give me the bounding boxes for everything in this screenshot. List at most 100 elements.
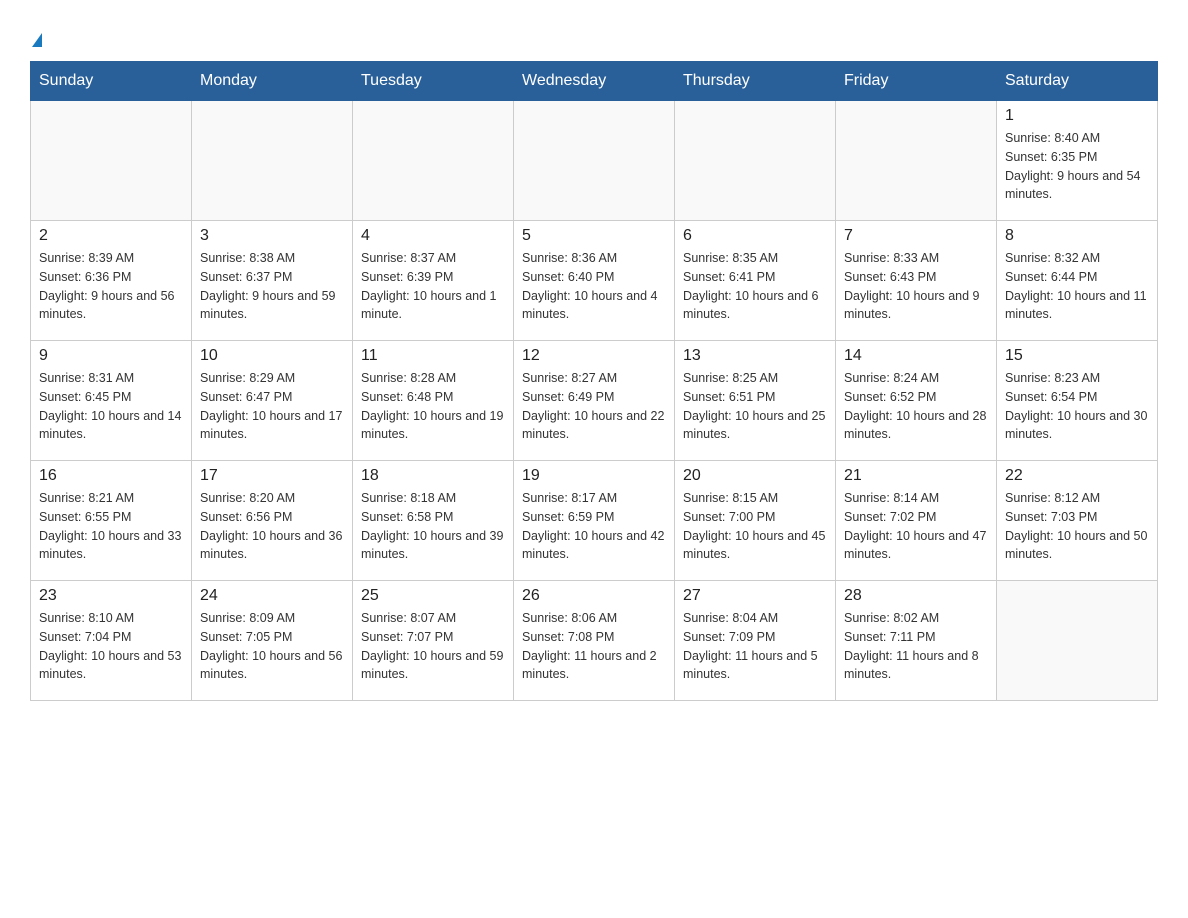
calendar-cell: 4 Sunrise: 8:37 AM Sunset: 6:39 PM Daylig… bbox=[353, 221, 514, 341]
day-number: 9 bbox=[39, 347, 183, 365]
calendar-cell: 2 Sunrise: 8:39 AM Sunset: 6:36 PM Daylig… bbox=[31, 221, 192, 341]
day-info: Sunrise: 8:18 AM Sunset: 6:58 PM Dayligh… bbox=[361, 489, 505, 564]
calendar-cell bbox=[353, 101, 514, 221]
day-info: Sunrise: 8:27 AM Sunset: 6:49 PM Dayligh… bbox=[522, 369, 666, 444]
day-number: 23 bbox=[39, 587, 183, 605]
day-number: 3 bbox=[200, 227, 344, 245]
calendar-cell bbox=[192, 101, 353, 221]
calendar-table: SundayMondayTuesdayWednesdayThursdayFrid… bbox=[30, 61, 1158, 701]
day-number: 10 bbox=[200, 347, 344, 365]
calendar-cell: 5 Sunrise: 8:36 AM Sunset: 6:40 PM Daylig… bbox=[514, 221, 675, 341]
day-info: Sunrise: 8:23 AM Sunset: 6:54 PM Dayligh… bbox=[1005, 369, 1149, 444]
logo-top bbox=[30, 20, 42, 51]
day-info: Sunrise: 8:37 AM Sunset: 6:39 PM Dayligh… bbox=[361, 249, 505, 324]
calendar-cell: 8 Sunrise: 8:32 AM Sunset: 6:44 PM Daylig… bbox=[997, 221, 1158, 341]
day-number: 7 bbox=[844, 227, 988, 245]
calendar-cell: 15Sunrise: 8:23 AM Sunset: 6:54 PM Dayli… bbox=[997, 341, 1158, 461]
day-number: 8 bbox=[1005, 227, 1149, 245]
calendar-cell bbox=[675, 101, 836, 221]
day-number: 4 bbox=[361, 227, 505, 245]
day-number: 2 bbox=[39, 227, 183, 245]
day-info: Sunrise: 8:17 AM Sunset: 6:59 PM Dayligh… bbox=[522, 489, 666, 564]
day-number: 16 bbox=[39, 467, 183, 485]
day-number: 18 bbox=[361, 467, 505, 485]
day-info: Sunrise: 8:40 AM Sunset: 6:35 PM Dayligh… bbox=[1005, 129, 1149, 204]
day-info: Sunrise: 8:06 AM Sunset: 7:08 PM Dayligh… bbox=[522, 609, 666, 684]
day-info: Sunrise: 8:02 AM Sunset: 7:11 PM Dayligh… bbox=[844, 609, 988, 684]
calendar-header: SundayMondayTuesdayWednesdayThursdayFrid… bbox=[31, 62, 1158, 101]
calendar-cell: 22 Sunrise: 8:12 AM Sunset: 7:03 PM Dayli… bbox=[997, 461, 1158, 581]
calendar-cell: 19 Sunrise: 8:17 AM Sunset: 6:59 PM Dayli… bbox=[514, 461, 675, 581]
calendar-cell: 20 Sunrise: 8:15 AM Sunset: 7:00 PM Dayli… bbox=[675, 461, 836, 581]
calendar-cell: 24 Sunrise: 8:09 AM Sunset: 7:05 PM Dayli… bbox=[192, 581, 353, 701]
calendar-cell: 25 Sunrise: 8:07 AM Sunset: 7:07 PM Dayli… bbox=[353, 581, 514, 701]
calendar-cell: 3 Sunrise: 8:38 AM Sunset: 6:37 PM Daylig… bbox=[192, 221, 353, 341]
calendar-cell: 27Sunrise: 8:04 AM Sunset: 7:09 PM Dayli… bbox=[675, 581, 836, 701]
day-number: 19 bbox=[522, 467, 666, 485]
calendar-cell: 9 Sunrise: 8:31 AM Sunset: 6:45 PM Daylig… bbox=[31, 341, 192, 461]
day-info: Sunrise: 8:09 AM Sunset: 7:05 PM Dayligh… bbox=[200, 609, 344, 684]
day-number: 20 bbox=[683, 467, 827, 485]
calendar-cell: 12 Sunrise: 8:27 AM Sunset: 6:49 PM Dayli… bbox=[514, 341, 675, 461]
day-info: Sunrise: 8:38 AM Sunset: 6:37 PM Dayligh… bbox=[200, 249, 344, 324]
day-info: Sunrise: 8:28 AM Sunset: 6:48 PM Dayligh… bbox=[361, 369, 505, 444]
calendar-cell bbox=[31, 101, 192, 221]
calendar-cell: 26 Sunrise: 8:06 AM Sunset: 7:08 PM Dayli… bbox=[514, 581, 675, 701]
weekday-header-row: SundayMondayTuesdayWednesdayThursdayFrid… bbox=[31, 62, 1158, 101]
calendar-cell: 17 Sunrise: 8:20 AM Sunset: 6:56 PM Dayli… bbox=[192, 461, 353, 581]
calendar-cell: 18 Sunrise: 8:18 AM Sunset: 6:58 PM Dayli… bbox=[353, 461, 514, 581]
logo-triangle-icon bbox=[32, 33, 42, 47]
day-number: 27 bbox=[683, 587, 827, 605]
day-info: Sunrise: 8:20 AM Sunset: 6:56 PM Dayligh… bbox=[200, 489, 344, 564]
day-number: 5 bbox=[522, 227, 666, 245]
calendar-cell bbox=[997, 581, 1158, 701]
day-number: 13 bbox=[683, 347, 827, 365]
week-row-2: 2 Sunrise: 8:39 AM Sunset: 6:36 PM Daylig… bbox=[31, 221, 1158, 341]
day-info: Sunrise: 8:32 AM Sunset: 6:44 PM Dayligh… bbox=[1005, 249, 1149, 324]
calendar-cell bbox=[514, 101, 675, 221]
day-info: Sunrise: 8:21 AM Sunset: 6:55 PM Dayligh… bbox=[39, 489, 183, 564]
weekday-monday: Monday bbox=[192, 62, 353, 101]
day-info: Sunrise: 8:24 AM Sunset: 6:52 PM Dayligh… bbox=[844, 369, 988, 444]
calendar-cell bbox=[836, 101, 997, 221]
day-number: 12 bbox=[522, 347, 666, 365]
day-info: Sunrise: 8:36 AM Sunset: 6:40 PM Dayligh… bbox=[522, 249, 666, 324]
day-info: Sunrise: 8:07 AM Sunset: 7:07 PM Dayligh… bbox=[361, 609, 505, 684]
day-info: Sunrise: 8:12 AM Sunset: 7:03 PM Dayligh… bbox=[1005, 489, 1149, 564]
day-info: Sunrise: 8:33 AM Sunset: 6:43 PM Dayligh… bbox=[844, 249, 988, 324]
day-info: Sunrise: 8:25 AM Sunset: 6:51 PM Dayligh… bbox=[683, 369, 827, 444]
day-info: Sunrise: 8:10 AM Sunset: 7:04 PM Dayligh… bbox=[39, 609, 183, 684]
day-number: 22 bbox=[1005, 467, 1149, 485]
calendar-cell: 16 Sunrise: 8:21 AM Sunset: 6:55 PM Dayli… bbox=[31, 461, 192, 581]
calendar-cell: 11 Sunrise: 8:28 AM Sunset: 6:48 PM Dayli… bbox=[353, 341, 514, 461]
calendar-cell: 14 Sunrise: 8:24 AM Sunset: 6:52 PM Dayli… bbox=[836, 341, 997, 461]
logo bbox=[30, 20, 42, 51]
day-number: 24 bbox=[200, 587, 344, 605]
day-number: 21 bbox=[844, 467, 988, 485]
day-number: 6 bbox=[683, 227, 827, 245]
calendar-body: 1Sunrise: 8:40 AM Sunset: 6:35 PM Daylig… bbox=[31, 101, 1158, 701]
weekday-tuesday: Tuesday bbox=[353, 62, 514, 101]
day-info: Sunrise: 8:31 AM Sunset: 6:45 PM Dayligh… bbox=[39, 369, 183, 444]
calendar-cell: 21 Sunrise: 8:14 AM Sunset: 7:02 PM Dayli… bbox=[836, 461, 997, 581]
week-row-3: 9 Sunrise: 8:31 AM Sunset: 6:45 PM Daylig… bbox=[31, 341, 1158, 461]
calendar-cell: 23 Sunrise: 8:10 AM Sunset: 7:04 PM Dayli… bbox=[31, 581, 192, 701]
week-row-1: 1Sunrise: 8:40 AM Sunset: 6:35 PM Daylig… bbox=[31, 101, 1158, 221]
page-header bbox=[30, 20, 1158, 51]
week-row-4: 16 Sunrise: 8:21 AM Sunset: 6:55 PM Dayli… bbox=[31, 461, 1158, 581]
day-info: Sunrise: 8:39 AM Sunset: 6:36 PM Dayligh… bbox=[39, 249, 183, 324]
week-row-5: 23 Sunrise: 8:10 AM Sunset: 7:04 PM Dayli… bbox=[31, 581, 1158, 701]
day-number: 26 bbox=[522, 587, 666, 605]
calendar-cell: 28Sunrise: 8:02 AM Sunset: 7:11 PM Dayli… bbox=[836, 581, 997, 701]
calendar-cell: 1Sunrise: 8:40 AM Sunset: 6:35 PM Daylig… bbox=[997, 101, 1158, 221]
calendar-cell: 6Sunrise: 8:35 AM Sunset: 6:41 PM Daylig… bbox=[675, 221, 836, 341]
day-number: 25 bbox=[361, 587, 505, 605]
weekday-sunday: Sunday bbox=[31, 62, 192, 101]
calendar-cell: 10Sunrise: 8:29 AM Sunset: 6:47 PM Dayli… bbox=[192, 341, 353, 461]
day-number: 11 bbox=[361, 347, 505, 365]
weekday-thursday: Thursday bbox=[675, 62, 836, 101]
day-number: 17 bbox=[200, 467, 344, 485]
day-number: 14 bbox=[844, 347, 988, 365]
day-info: Sunrise: 8:14 AM Sunset: 7:02 PM Dayligh… bbox=[844, 489, 988, 564]
day-info: Sunrise: 8:15 AM Sunset: 7:00 PM Dayligh… bbox=[683, 489, 827, 564]
